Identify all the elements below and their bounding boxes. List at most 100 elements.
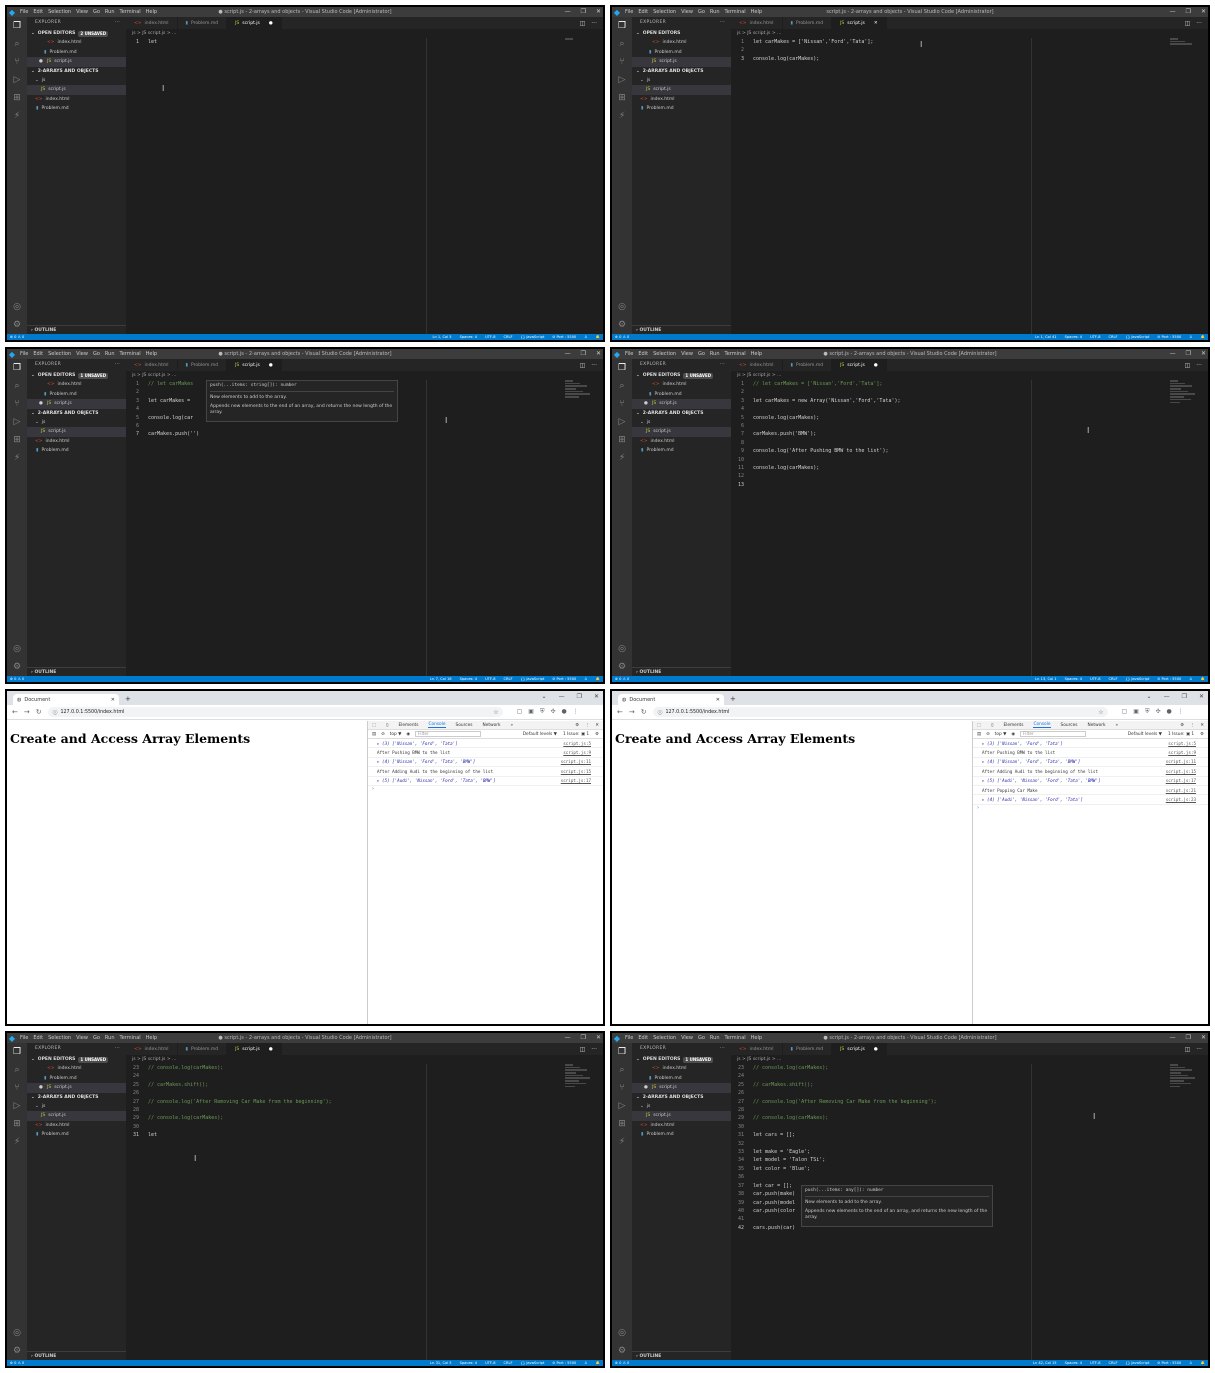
search-icon[interactable]: ⌕ <box>619 381 624 391</box>
tab-script-js[interactable]: JS script.js ● <box>227 1043 282 1055</box>
code-line[interactable]: 25 // carMakes.shift(); <box>731 1081 1208 1089</box>
kebab-menu-icon[interactable]: ⋮ <box>1190 723 1194 728</box>
tab-script-js[interactable]: JS script.js ● <box>227 17 282 29</box>
menu-item[interactable]: Edit <box>638 351 648 357</box>
open-editor-problem[interactable]: ▮ Problem.md <box>632 48 731 58</box>
tab-network[interactable]: Network <box>483 723 501 728</box>
code-lines[interactable]: 1 let <box>126 38 603 46</box>
menu-item[interactable]: Run <box>710 1035 720 1041</box>
tree-item-problem[interactable]: ▮ Problem.md <box>27 1130 126 1140</box>
status-item[interactable]: ⊘ Port : 5500 <box>1157 1361 1181 1365</box>
new-tab-icon[interactable]: + <box>730 695 736 705</box>
console-message[interactable]: ▸ (5) ['Audi', 'Nissan', 'Ford', 'Tata',… <box>368 777 603 786</box>
split-editor-icon[interactable]: ◫ <box>1185 1046 1191 1053</box>
extensions-icon[interactable]: ⊞ <box>13 93 21 103</box>
more-actions-icon[interactable]: ··· <box>115 359 120 371</box>
status-item[interactable]: Spaces: 4 <box>1065 1361 1082 1365</box>
code-line[interactable]: 11 console.log(carMakes); <box>731 464 1208 472</box>
tree-item-index[interactable]: <> index.html <box>27 95 126 105</box>
search-icon[interactable]: ⌕ <box>14 39 19 49</box>
menu-item[interactable]: Go <box>93 9 100 15</box>
clear-console-icon[interactable]: ⊘ <box>986 732 990 737</box>
live-share-icon[interactable]: ⚡ <box>619 111 625 121</box>
menu-item[interactable]: Run <box>105 1035 115 1041</box>
more-actions-icon[interactable]: ··· <box>1196 1046 1202 1053</box>
folder-section[interactable]: ⌄ 2-ARRAYS AND OBJECTS <box>27 67 126 76</box>
status-item[interactable]: {} JavaScript <box>1126 677 1150 681</box>
outline-section[interactable]: › OUTLINE <box>632 667 731 676</box>
run-debug-icon[interactable]: ▷ <box>619 1101 626 1111</box>
eye-icon[interactable]: ◉ <box>1011 732 1015 737</box>
menu-item[interactable]: Help <box>751 351 762 357</box>
run-debug-icon[interactable]: ▷ <box>619 417 626 427</box>
tree-item-script[interactable]: JS script.js <box>632 427 731 437</box>
tab-sources[interactable]: Sources <box>1061 723 1078 728</box>
explorer-icon[interactable]: ❐ <box>618 21 626 31</box>
status-item[interactable]: {} JavaScript <box>1126 335 1150 339</box>
source-control-icon[interactable]: ⑂ <box>619 1083 624 1093</box>
close-icon[interactable]: ✕ <box>595 723 599 728</box>
source-control-icon[interactable]: ⑂ <box>14 399 19 409</box>
open-editor-script[interactable]: JS script.js <box>632 57 731 67</box>
account-icon[interactable]: ◎ <box>618 302 626 312</box>
menu-item[interactable]: Terminal <box>120 9 141 15</box>
account-icon[interactable]: ◎ <box>13 302 21 312</box>
status-item[interactable]: UTF-8 <box>1090 1361 1100 1365</box>
status-item[interactable]: ♙ <box>584 677 587 681</box>
source-link[interactable]: script.js:15 <box>1166 769 1196 774</box>
more-actions-icon[interactable]: ··· <box>591 362 597 369</box>
run-debug-icon[interactable]: ▷ <box>14 1101 21 1111</box>
close-icon[interactable]: ✕ <box>1201 1033 1206 1043</box>
close-icon[interactable]: ✕ <box>716 697 720 703</box>
code-line[interactable]: 34 let model = 'Talon TSi'; <box>731 1156 1208 1164</box>
console-prompt[interactable]: › <box>973 805 1208 811</box>
menu-item[interactable]: Help <box>146 351 157 357</box>
tab-script-js[interactable]: JS script.js ● <box>832 1043 887 1055</box>
status-item[interactable]: CRLF <box>504 335 513 339</box>
console-message[interactable]: ▸ (4) ['Audi', 'Nissan', 'Ford', 'Tata']… <box>973 795 1208 805</box>
split-editor-icon[interactable]: ◫ <box>1185 20 1191 27</box>
code-line[interactable]: 27 // console.log('After Removing Car Mak… <box>731 1098 1208 1106</box>
code-line[interactable]: 9 console.log('After Pushing BMW to the l… <box>731 447 1208 455</box>
shield-icon[interactable]: ⛨ <box>1145 708 1150 716</box>
menu-item[interactable]: Terminal <box>120 351 141 357</box>
open-editor-script[interactable]: ● JS script.js <box>27 57 126 67</box>
unsaved-dot-icon[interactable]: ● <box>269 1047 273 1052</box>
code-line[interactable]: 26 <box>126 1089 603 1097</box>
close-icon[interactable]: ✕ <box>1201 349 1206 359</box>
puzzle-icon[interactable]: ✣ <box>550 708 555 716</box>
status-item[interactable]: Spaces: 4 <box>460 335 477 339</box>
cursor-position-status[interactable]: Ln 13, Col 1 <box>1035 677 1056 681</box>
account-icon[interactable]: ◎ <box>13 644 21 654</box>
code-line[interactable]: 28 <box>126 1106 603 1114</box>
status-item[interactable]: {} JavaScript <box>521 335 545 339</box>
tab-index-html[interactable]: <> index.html <box>126 1043 178 1055</box>
gear-icon[interactable]: ⚙ <box>1180 723 1184 728</box>
folder-js[interactable]: ⌄ js <box>27 418 126 428</box>
explorer-icon[interactable]: ❐ <box>13 363 21 373</box>
minimize-icon[interactable]: — <box>1164 691 1170 703</box>
issues-counter[interactable]: 1 Issue: ▣ 1 <box>563 732 589 737</box>
close-icon[interactable]: ✕ <box>596 349 601 359</box>
code-line[interactable]: 31 let cars = []; <box>731 1131 1208 1139</box>
live-share-icon[interactable]: ⚡ <box>14 453 20 463</box>
breadcrumb[interactable]: js > JS script.js > ... <box>731 371 1208 380</box>
status-item[interactable]: 🔔 <box>596 335 600 339</box>
status-item[interactable]: ♙ <box>584 1361 587 1365</box>
tab-sources[interactable]: Sources <box>456 723 473 728</box>
code-line[interactable]: 2 <box>731 388 1208 396</box>
filter-input[interactable]: Filter <box>1020 731 1087 737</box>
puzzle-icon[interactable]: ✣ <box>1155 708 1160 716</box>
minimize-icon[interactable]: — <box>1170 7 1176 17</box>
minimap[interactable] <box>565 380 593 406</box>
open-editor-problem[interactable]: ▮ Problem.md <box>27 390 126 400</box>
run-debug-icon[interactable]: ▷ <box>619 75 626 85</box>
menu-item[interactable]: Run <box>710 9 720 15</box>
gear-icon[interactable]: ⚙ <box>13 320 21 330</box>
status-item[interactable]: {} JavaScript <box>521 1361 545 1365</box>
minimize-icon[interactable]: — <box>1170 349 1176 359</box>
menu-item[interactable]: Terminal <box>120 1035 141 1041</box>
minimize-icon[interactable]: — <box>559 691 565 703</box>
close-icon[interactable]: ✕ <box>111 697 115 703</box>
restore-icon[interactable]: ❐ <box>1186 1033 1191 1043</box>
